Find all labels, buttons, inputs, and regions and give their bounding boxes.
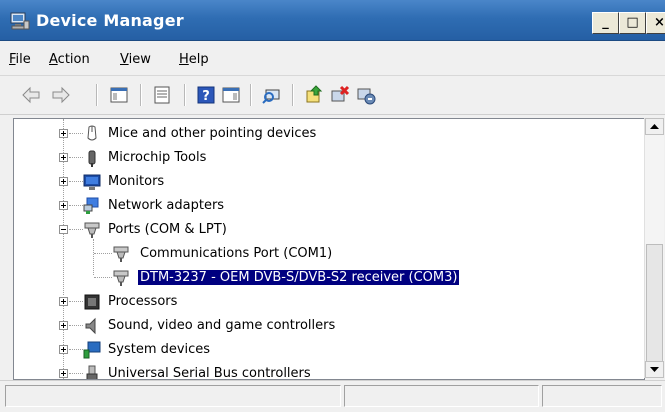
scroll-thumb[interactable]	[646, 244, 663, 362]
tree-item-processors[interactable]: Processors	[14, 291, 614, 313]
scroll-down-arrow-icon	[650, 367, 659, 372]
close-button[interactable]: ×	[646, 12, 665, 34]
tree-item-mice[interactable]: Mice and other pointing devices	[14, 123, 614, 145]
speaker-icon	[85, 317, 96, 335]
menu-help[interactable]: Help	[179, 52, 209, 67]
menu-bar: File Action View Help	[0, 41, 665, 76]
device-tree[interactable]: Mice and other pointing devices Microchi…	[13, 118, 645, 380]
usb-icon	[86, 365, 98, 379]
tree-item-monitors[interactable]: Monitors	[14, 171, 614, 193]
back-arrow-icon[interactable]	[21, 85, 41, 105]
expand-icon[interactable]	[59, 321, 68, 330]
expand-icon[interactable]	[59, 153, 68, 162]
show-hide-console-tree-icon[interactable]	[109, 85, 129, 105]
title-bar[interactable]: Device Manager _ □ ×	[0, 0, 665, 41]
minimize-button[interactable]: _	[592, 12, 619, 34]
tree-item-system-devices[interactable]: System devices	[14, 339, 614, 361]
scroll-up-button[interactable]	[645, 118, 664, 135]
menu-view[interactable]: View	[120, 52, 151, 67]
device-manager-icon	[10, 12, 30, 30]
port-icon	[84, 222, 100, 238]
expand-icon[interactable]	[59, 201, 68, 210]
system-devices-icon	[83, 341, 101, 359]
expand-icon[interactable]	[59, 369, 68, 378]
tree-item-microchip-tools[interactable]: Microchip Tools	[14, 147, 614, 169]
status-pane-main	[5, 385, 341, 407]
help-icon[interactable]: ?	[196, 85, 216, 105]
disable-device-icon[interactable]	[356, 85, 376, 105]
expand-icon[interactable]	[59, 297, 68, 306]
collapse-icon[interactable]	[59, 225, 68, 234]
vertical-scrollbar[interactable]	[644, 118, 664, 378]
forward-arrow-icon[interactable]	[51, 85, 71, 105]
microchip-tools-icon	[88, 150, 96, 167]
svg-text:?: ?	[202, 89, 210, 104]
scan-hardware-icon[interactable]	[262, 85, 282, 105]
maximize-button[interactable]: □	[619, 12, 646, 34]
device-manager-window: Device Manager _ □ × File Action View He…	[0, 0, 665, 412]
update-driver-icon[interactable]	[304, 85, 324, 105]
expand-icon[interactable]	[59, 177, 68, 186]
uninstall-icon[interactable]	[330, 85, 350, 105]
status-pane-middle	[344, 385, 539, 407]
properties-icon[interactable]	[152, 85, 172, 105]
menu-file[interactable]: File	[9, 52, 31, 67]
tree-item-com1[interactable]: Communications Port (COM1)	[14, 243, 614, 265]
tree-item-sound[interactable]: Sound, video and game controllers	[14, 315, 614, 337]
port-icon	[113, 246, 129, 262]
selected-item-label: DTM-3237 - OEM DVB-S/DVB-S2 receiver (CO…	[136, 269, 461, 286]
mouse-icon	[87, 125, 97, 141]
expand-icon[interactable]	[59, 129, 68, 138]
scroll-down-button[interactable]	[645, 361, 664, 378]
expand-icon[interactable]	[59, 345, 68, 354]
toolbar: ?	[0, 76, 665, 115]
tree-item-usb[interactable]: Universal Serial Bus controllers	[14, 363, 614, 379]
menu-action[interactable]: Action	[49, 52, 90, 67]
monitor-icon	[83, 174, 101, 190]
port-icon	[113, 270, 129, 286]
scroll-up-arrow-icon	[650, 124, 659, 129]
status-bar	[0, 380, 665, 412]
tree-item-ports[interactable]: Ports (COM & LPT)	[14, 219, 614, 241]
processor-icon	[84, 294, 100, 310]
window-title: Device Manager	[36, 11, 184, 30]
action-pane-icon[interactable]	[221, 85, 241, 105]
tree-item-dtm-3237[interactable]: DTM-3237 - OEM DVB-S/DVB-S2 receiver (CO…	[14, 267, 614, 289]
tree-item-network-adapters[interactable]: Network adapters	[14, 195, 614, 217]
network-adapter-icon	[83, 197, 99, 214]
status-pane-right	[542, 385, 662, 407]
